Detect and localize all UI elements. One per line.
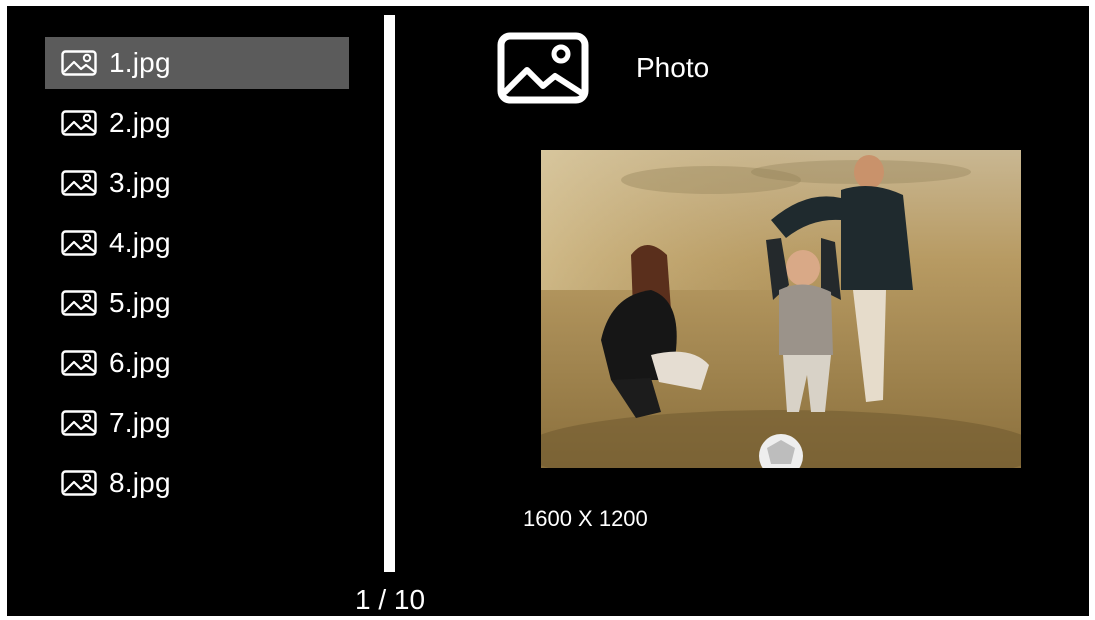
file-list-item[interactable]: 2.jpg	[45, 97, 349, 149]
file-name: 8.jpg	[109, 467, 171, 498]
file-list: 1.jpg 2.jpg 3.jpg 4.jpg 5.jpg 6.jpg 7.jp…	[45, 37, 349, 517]
file-name: 3.jpg	[109, 167, 171, 198]
list-scrollbar[interactable]	[384, 15, 395, 572]
file-name: 7.jpg	[109, 407, 171, 438]
file-name: 5.jpg	[109, 287, 171, 318]
file-name: 4.jpg	[109, 227, 171, 258]
file-list-item[interactable]: 8.jpg	[45, 457, 349, 509]
file-list-item[interactable]: 1.jpg	[45, 37, 349, 89]
file-name: 2.jpg	[109, 107, 171, 138]
file-list-item[interactable]: 4.jpg	[45, 217, 349, 269]
image-icon	[61, 350, 97, 376]
image-icon	[61, 110, 97, 136]
photo-preview-image	[541, 150, 1021, 468]
preview-type-label: Photo	[636, 52, 710, 83]
file-name: 1.jpg	[109, 47, 171, 78]
page-counter: 1 / 10	[354, 584, 426, 615]
photo-icon	[497, 32, 589, 104]
image-icon	[61, 50, 97, 76]
file-name: 6.jpg	[109, 347, 171, 378]
image-icon	[61, 170, 97, 196]
image-resolution: 1600 X 1200	[523, 506, 648, 531]
image-icon	[61, 470, 97, 496]
image-icon	[61, 230, 97, 256]
file-list-item[interactable]: 6.jpg	[45, 337, 349, 389]
image-icon	[61, 410, 97, 436]
photo-browser-screen: 1.jpg 2.jpg 3.jpg 4.jpg 5.jpg 6.jpg 7.jp…	[7, 6, 1089, 616]
image-icon	[61, 290, 97, 316]
file-list-item[interactable]: 3.jpg	[45, 157, 349, 209]
file-list-item[interactable]: 5.jpg	[45, 277, 349, 329]
file-list-item[interactable]: 7.jpg	[45, 397, 349, 449]
